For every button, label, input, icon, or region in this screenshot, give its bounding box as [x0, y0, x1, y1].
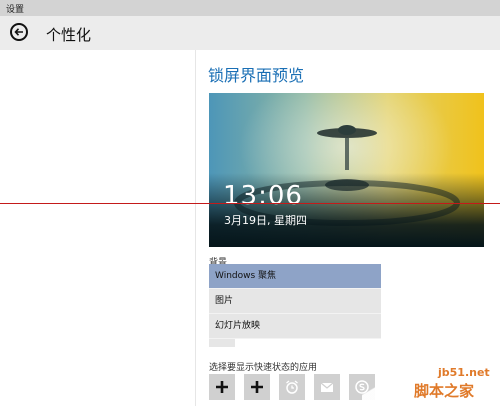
quick-status-label: 选择要显示快速状态的应用 — [209, 363, 318, 373]
plus-icon — [216, 381, 228, 393]
lockscreen-preview: 13:06 3月19日, 星期四 — [209, 93, 484, 247]
back-arrow-icon — [14, 28, 23, 36]
lockscreen-clock: 13:06 — [223, 181, 303, 211]
background-dropdown[interactable]: Windows 聚焦 图片 幻灯片放映 — [209, 264, 381, 339]
plus-icon — [251, 381, 263, 393]
mail-icon — [320, 382, 334, 392]
background-option-picture[interactable]: 图片 — [209, 289, 381, 314]
quick-status-slot-1[interactable] — [209, 374, 235, 400]
annotation-line — [0, 203, 500, 204]
quick-status-slot-2[interactable] — [244, 374, 270, 400]
title-bar: 设置 — [0, 0, 500, 16]
back-button[interactable] — [10, 23, 28, 41]
dropdown-underlay — [209, 339, 235, 347]
watermark-name: 脚本之家 — [414, 382, 475, 400]
background-option-slideshow[interactable]: 幻灯片放映 — [209, 314, 381, 339]
window-title: 设置 — [6, 5, 25, 15]
page-header: 个性化 — [0, 16, 500, 50]
alarm-icon — [286, 380, 298, 394]
page-title: 个性化 — [46, 26, 92, 44]
quick-status-slot-4[interactable] — [314, 374, 340, 400]
quick-status-slot-3[interactable] — [279, 374, 305, 400]
watermark-site: jb51.net — [438, 366, 490, 379]
nav-divider — [195, 50, 196, 406]
background-option-spotlight[interactable]: Windows 聚焦 — [209, 264, 381, 289]
lockscreen-date: 3月19日, 星期四 — [224, 214, 307, 227]
lockscreen-preview-title: 锁屏界面预览 — [208, 66, 305, 85]
